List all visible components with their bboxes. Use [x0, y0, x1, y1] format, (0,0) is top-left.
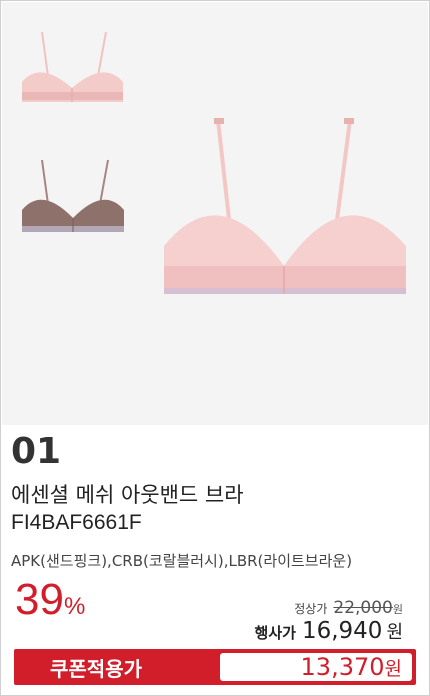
discount-rate: 39% [15, 575, 85, 625]
coupon-price-value: 13,370 [300, 653, 385, 681]
coupon-price-bar: 쿠폰적용가 13,370원 [14, 649, 416, 685]
coupon-price-label: 쿠폰적용가 [50, 657, 142, 681]
regular-price-unit: 원 [392, 603, 403, 616]
sale-price-label: 행사가 [254, 624, 296, 642]
discount-rate-value: 39 [15, 575, 64, 624]
coupon-price: 13,370원 [301, 653, 402, 681]
product-card[interactable]: 01 에센셜 메쉬 아웃밴드 브라 FI4BAF6661F APK(샌드핑크),… [0, 0, 430, 696]
regular-price-value: 22,000 [333, 598, 393, 618]
product-colors: APK(샌드핑크),CRB(코랄블러시),LBR(라이트브라운) [11, 552, 353, 570]
sale-price-value: 16,940 [301, 618, 383, 644]
bra-pink-large-image [164, 118, 406, 294]
product-image[interactable] [2, 2, 428, 425]
sale-price-unit: 원 [386, 622, 403, 643]
coupon-price-box: 13,370원 [220, 653, 412, 681]
product-number: 01 [11, 431, 62, 472]
regular-price: 정상가 22,000원 [294, 598, 403, 618]
bra-brown-small-image [22, 159, 124, 232]
discount-rate-unit: % [63, 593, 86, 620]
bra-pink-small-image [22, 31, 123, 102]
product-title[interactable]: 에센셜 메쉬 아웃밴드 브라 [11, 479, 244, 509]
regular-price-label: 정상가 [294, 602, 328, 616]
sale-price: 행사가 16,940 원 [255, 618, 403, 644]
coupon-price-unit: 원 [384, 658, 402, 680]
product-code: FI4BAF6661F [11, 511, 142, 534]
